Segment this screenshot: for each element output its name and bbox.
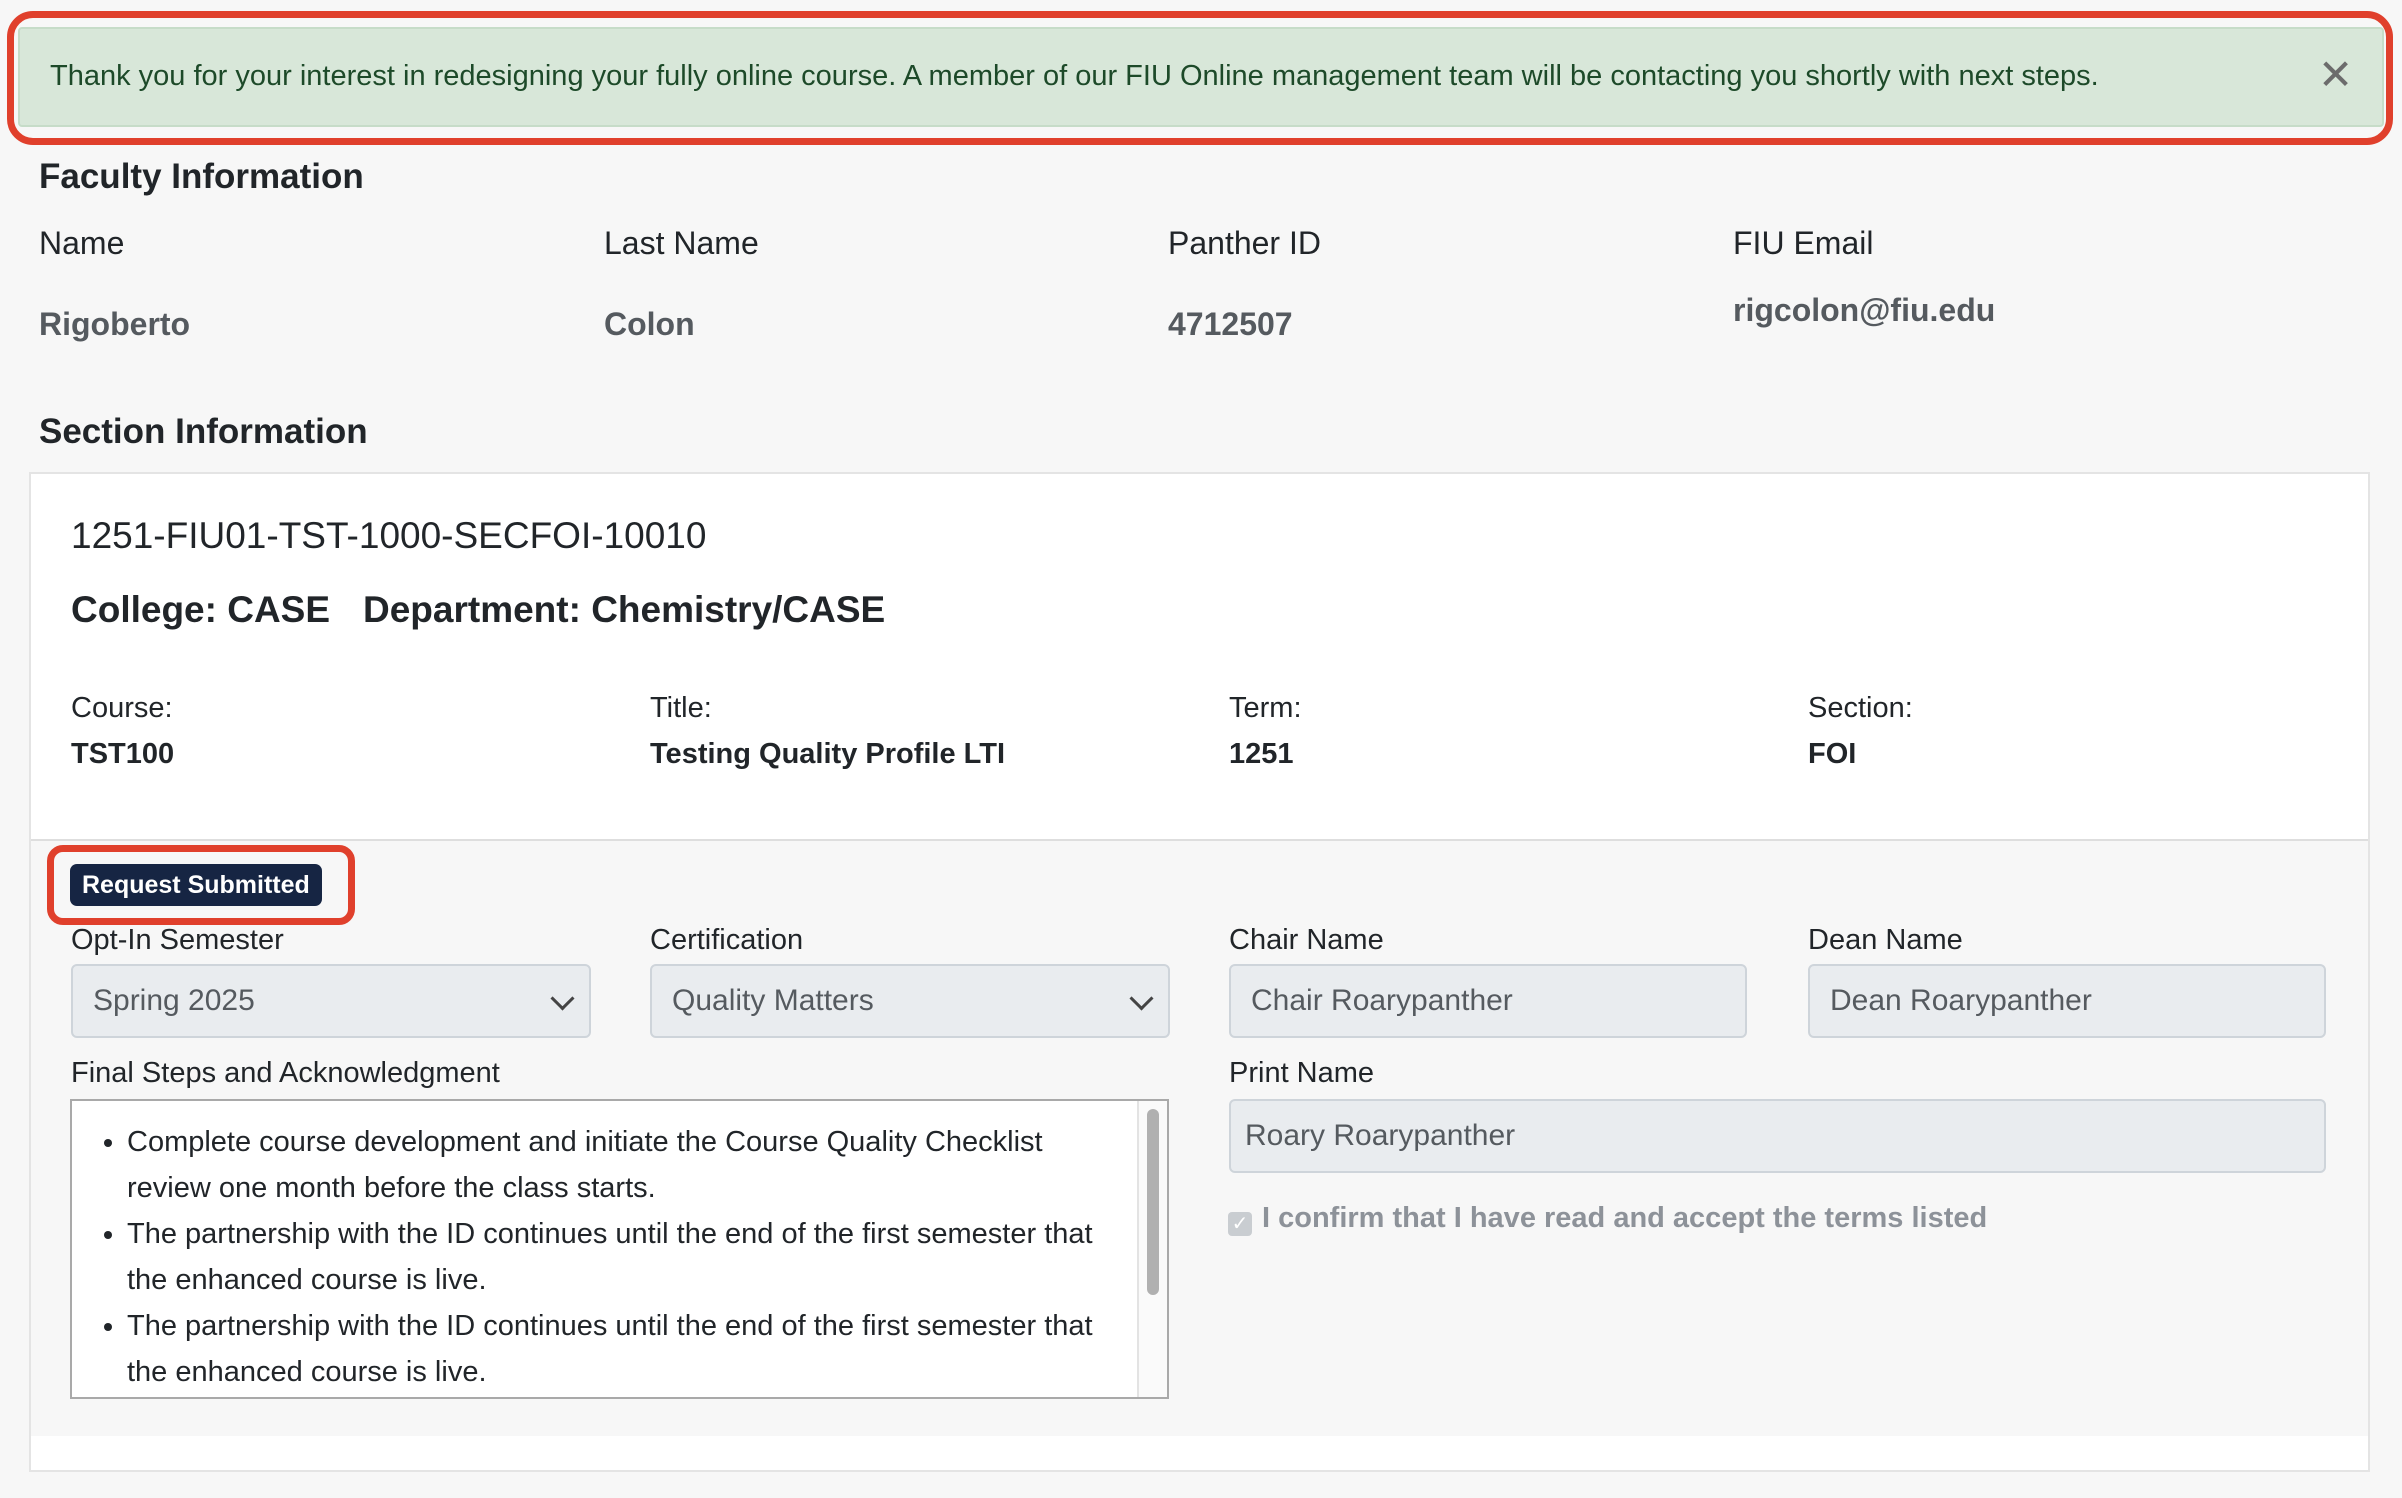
- opt-in-label: Opt-In Semester: [71, 924, 284, 956]
- chair-name-field[interactable]: Chair Roarypanther: [1229, 964, 1747, 1038]
- dean-name-value: Dean Roarypanther: [1830, 984, 2092, 1017]
- list-item: The partnership with the ID continues un…: [127, 1211, 1102, 1303]
- print-name-value: Roary Roarypanther: [1245, 1119, 1516, 1152]
- college: College: CASE: [71, 589, 331, 630]
- confirm-label: I confirm that I have read and accept th…: [1262, 1202, 1988, 1234]
- chevron-down-icon: [1129, 986, 1154, 1011]
- department: Department: Chemistry/CASE: [363, 589, 886, 630]
- alert-highlight-outline: [7, 11, 2393, 145]
- chevron-down-icon: [550, 986, 575, 1011]
- chair-label: Chair Name: [1229, 924, 1384, 956]
- print-name-label: Print Name: [1229, 1057, 1375, 1089]
- print-name-field[interactable]: Roary Roarypanther: [1229, 1099, 2326, 1173]
- opt-in-value: Spring 2025: [93, 984, 255, 1017]
- term-label: Term:: [1229, 692, 1302, 724]
- confirm-checkbox[interactable]: ✓: [1228, 1212, 1252, 1236]
- chair-name-value: Chair Roarypanther: [1251, 984, 1513, 1017]
- name-label: Name: [39, 225, 125, 261]
- panther-id-label: Panther ID: [1168, 225, 1321, 261]
- list-item: Complete course development and initiate…: [127, 1119, 1102, 1211]
- dean-label: Dean Name: [1808, 924, 1963, 956]
- email-label: FIU Email: [1733, 225, 1874, 261]
- badge-highlight-outline: [47, 845, 355, 925]
- name-value: Rigoberto: [39, 306, 191, 342]
- opt-in-select[interactable]: Spring 2025: [71, 964, 591, 1038]
- scrollbar[interactable]: [1137, 1101, 1167, 1397]
- last-name-value: Colon: [604, 306, 695, 342]
- last-name-label: Last Name: [604, 225, 759, 261]
- faculty-heading: Faculty Information: [39, 157, 364, 196]
- title-value: Testing Quality Profile LTI: [650, 738, 1006, 770]
- certification-label: Certification: [650, 924, 804, 956]
- final-steps-box[interactable]: Complete course development and initiate…: [70, 1099, 1169, 1399]
- term-value: 1251: [1229, 738, 1294, 770]
- final-steps-label: Final Steps and Acknowledgment: [71, 1057, 500, 1089]
- title-label: Title:: [650, 692, 712, 724]
- certification-value: Quality Matters: [672, 984, 874, 1017]
- course-label: Course:: [71, 692, 173, 724]
- course-value: TST100: [71, 738, 175, 770]
- confirm-row[interactable]: ✓ I confirm that I have read and accept t…: [1228, 1202, 1987, 1236]
- final-steps-list: Complete course development and initiate…: [72, 1101, 1102, 1395]
- section-value: FOI: [1808, 738, 1857, 770]
- section-heading: Section Information: [39, 412, 368, 451]
- certification-select[interactable]: Quality Matters: [650, 964, 1170, 1038]
- section-label: Section:: [1808, 692, 1913, 724]
- scrollbar-thumb[interactable]: [1147, 1109, 1159, 1295]
- list-item: The partnership with the ID continues un…: [127, 1303, 1102, 1395]
- dean-name-field[interactable]: Dean Roarypanther: [1808, 964, 2326, 1038]
- panther-id-value: 4712507: [1168, 306, 1293, 342]
- email-value: rigcolon@fiu.edu: [1733, 292, 1996, 328]
- course-code: 1251-FIU01-TST-1000-SECFOI-10010: [71, 515, 707, 556]
